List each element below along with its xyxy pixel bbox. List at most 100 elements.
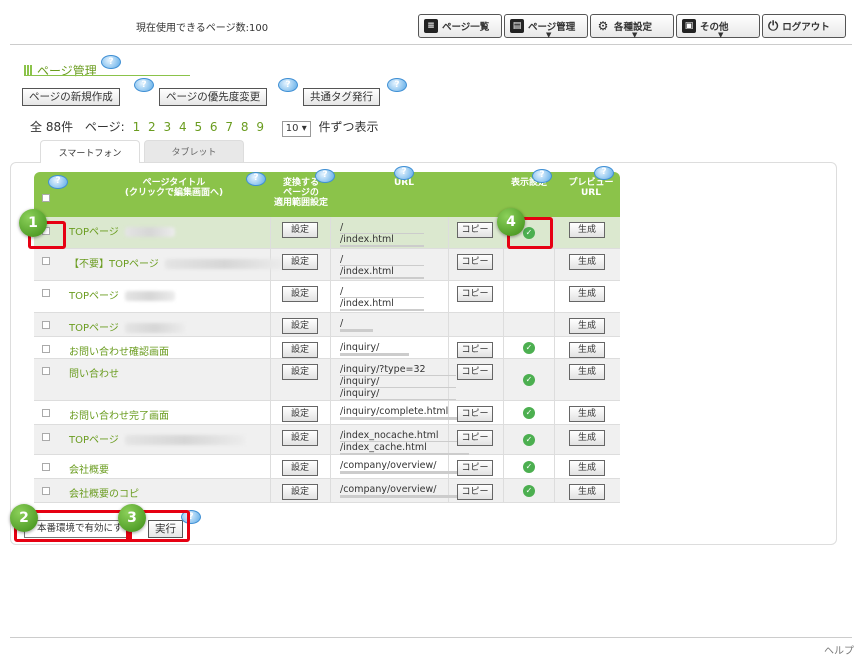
copy-button[interactable]: コピー [457,430,493,446]
page-link[interactable]: 5 [194,120,202,134]
page-title-text[interactable]: 問い合わせ [69,369,119,380]
copy-button[interactable]: コピー [457,342,493,358]
row-checkbox[interactable] [42,345,50,353]
setting-button[interactable]: 設定 [282,254,318,270]
priority-change-button[interactable]: ページの優先度変更 [159,88,268,106]
page-link[interactable]: 1 [133,120,141,134]
page-title-text[interactable]: 会社概要 [69,465,109,476]
copy-button[interactable]: コピー [457,286,493,302]
page-title-link[interactable]: TOPページ [69,287,175,302]
check-icon[interactable]: ✓ [523,407,535,419]
setting-button[interactable]: 設定 [282,406,318,422]
help-icon[interactable]: ? [48,175,68,189]
help-icon[interactable]: ? [532,169,552,183]
select-all-checkbox[interactable] [42,194,50,202]
logout-button[interactable]: ⏻ ログアウト [762,14,846,38]
setting-button[interactable]: 設定 [282,318,318,334]
help-icon[interactable]: ? [394,166,414,180]
help-icon[interactable]: ? [315,169,335,183]
page-title-text[interactable]: 会社概要のコピ [69,489,139,500]
page-title-text[interactable]: お問い合わせ確認画面 [69,347,169,358]
page-title-text[interactable]: 【不要】TOPページ [69,259,159,270]
page-link[interactable]: 8 [241,120,249,134]
help-link[interactable]: ヘルプ [824,642,854,657]
setting-button[interactable]: 設定 [282,430,318,446]
copy-button[interactable]: コピー [457,364,493,380]
generate-button[interactable]: 生成 [569,254,605,270]
page-title-text[interactable]: TOPページ [69,227,119,238]
check-icon[interactable]: ✓ [523,374,535,386]
setting-button[interactable]: 設定 [282,342,318,358]
page-title-link[interactable]: 問い合わせ [69,365,119,380]
copy-button[interactable]: コピー [457,484,493,500]
help-icon[interactable]: ? [387,78,407,92]
url-cell: /company/overview/ [340,460,467,474]
generate-button[interactable]: 生成 [569,342,605,358]
generate-button[interactable]: 生成 [569,222,605,238]
settings-button[interactable]: ⚙ 各種設定 ▼ [590,14,674,39]
setting-button[interactable]: 設定 [282,364,318,380]
setting-button[interactable]: 設定 [282,222,318,238]
help-icon[interactable]: ? [278,78,298,92]
page-list-icon: ≡ [424,19,438,33]
per-page-select[interactable]: 10 ▾ [281,121,311,137]
generate-button[interactable]: 生成 [569,460,605,476]
page-link[interactable]: 3 [164,120,172,134]
generate-button[interactable]: 生成 [569,484,605,500]
common-tag-button[interactable]: 共通タグ発行 [303,88,380,106]
page-title-link[interactable]: 会社概要のコピ [69,485,139,500]
header-title-line1: ページタイトル [142,178,206,188]
generate-button[interactable]: 生成 [569,430,605,446]
page-title-link[interactable]: TOPページ [69,223,175,238]
help-icon[interactable]: ? [101,55,121,69]
page-title-text[interactable]: TOPページ [69,323,119,334]
check-icon[interactable]: ✓ [523,461,535,473]
page-manage-button[interactable]: ▤ ページ管理 ▼ [504,14,588,39]
page-title-link[interactable]: 会社概要 [69,461,109,476]
help-icon[interactable]: ? [594,166,614,180]
row-checkbox[interactable] [42,433,50,441]
help-icon[interactable]: ? [134,78,154,92]
check-icon[interactable]: ✓ [523,434,535,446]
copy-button[interactable]: コピー [457,460,493,476]
other-button[interactable]: ▣ その他 ▼ [676,14,760,39]
page-link[interactable]: 2 [148,120,156,134]
setting-button[interactable]: 設定 [282,484,318,500]
page-link[interactable]: 6 [210,120,218,134]
generate-button[interactable]: 生成 [569,318,605,334]
row-checkbox[interactable] [42,321,50,329]
copy-button[interactable]: コピー [457,254,493,270]
row-checkbox[interactable] [42,289,50,297]
row-checkbox[interactable] [42,367,50,375]
setting-button[interactable]: 設定 [282,460,318,476]
setting-button[interactable]: 設定 [282,286,318,302]
check-icon[interactable]: ✓ [523,485,535,497]
row-checkbox[interactable] [42,257,50,265]
page-link[interactable]: 9 [256,120,264,134]
page-link[interactable]: 4 [179,120,187,134]
generate-button[interactable]: 生成 [569,406,605,422]
page-title-text[interactable]: TOPページ [69,435,119,446]
page-title-text[interactable]: TOPページ [69,291,119,302]
new-page-button[interactable]: ページの新規作成 [22,88,120,106]
page-title-link[interactable]: TOPページ [69,431,245,446]
copy-button[interactable]: コピー [457,222,493,238]
generate-button[interactable]: 生成 [569,286,605,302]
row-checkbox[interactable] [42,409,50,417]
help-icon[interactable]: ? [246,172,266,186]
page-link[interactable]: 7 [225,120,233,134]
page-title-link[interactable]: お問い合わせ完了画面 [69,407,169,422]
page-list-button[interactable]: ≡ ページ一覧 [418,14,502,38]
copy-button[interactable]: コピー [457,406,493,422]
row-checkbox[interactable] [42,487,50,495]
row-checkbox[interactable] [42,463,50,471]
page-title-link[interactable]: TOPページ [69,319,185,334]
page-title-link[interactable]: お問い合わせ確認画面 [69,343,169,358]
tab-tablet[interactable]: タブレット [144,140,244,162]
generate-button[interactable]: 生成 [569,364,605,380]
tab-smartphone[interactable]: スマートフォン [40,140,140,163]
page-title-link[interactable]: 【不要】TOPページ [69,255,285,270]
check-icon[interactable]: ✓ [523,342,535,354]
page-title-text[interactable]: お問い合わせ完了画面 [69,411,169,422]
table-header: ? ページタイトル (クリックで編集画面へ) ? 変換する ページの 適用範囲設… [34,166,620,217]
